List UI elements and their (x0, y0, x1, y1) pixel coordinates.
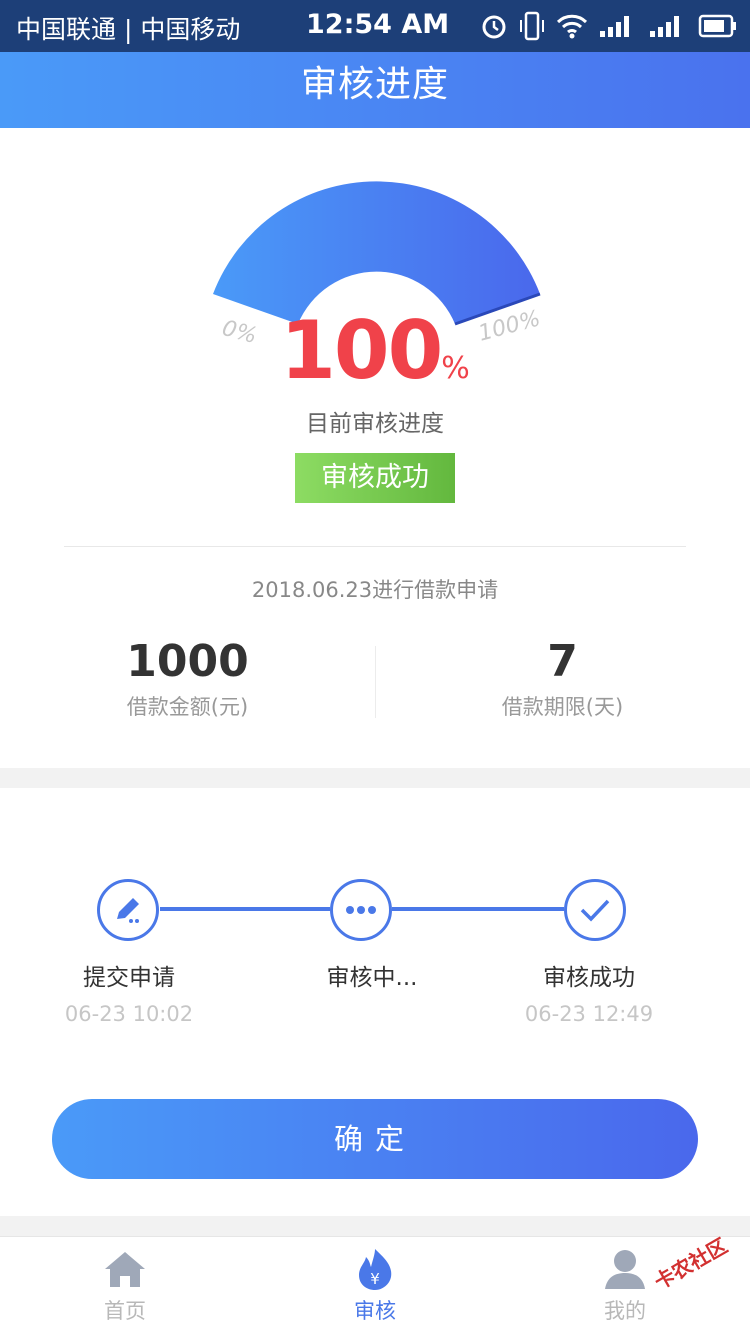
loan-amount-label: 借款金额(元) (126, 695, 249, 719)
confirm-button[interactable]: 确定 (52, 1099, 698, 1179)
progress-unit: % (441, 351, 470, 386)
step-connector (392, 907, 564, 911)
home-icon (105, 1252, 145, 1287)
progress-card: 0% 100% 100% 目前审核进度 审核成功 2018.06.23进行借款申… (0, 128, 750, 768)
tab-bar: 首页 ¥ 审核 我的 (0, 1236, 750, 1334)
check-icon (580, 899, 610, 922)
progress-percent: 100% (0, 304, 750, 397)
wifi-icon (556, 14, 588, 39)
pencil-icon (117, 898, 139, 923)
ellipsis-icon (346, 906, 376, 914)
user-icon (605, 1250, 645, 1289)
progress-value: 100 (280, 304, 443, 397)
loan-amount: 1000 借款金额(元) (0, 636, 375, 721)
divider (64, 546, 686, 547)
tab-review-label: 审核 (354, 1299, 396, 1323)
loan-term-label: 借款期限(天) (501, 695, 624, 719)
steps-card: 提交申请 06-23 10:02 审核中... 审核成功 06-23 12:49… (0, 788, 750, 1216)
step-review-label: 审核中... (326, 965, 418, 991)
loan-term: 7 借款期限(天) (375, 636, 750, 721)
status-badge: 审核成功 (295, 453, 455, 503)
gauge-arc (213, 181, 540, 324)
step-success-circle (564, 879, 626, 941)
svg-text:¥: ¥ (370, 1270, 380, 1288)
tab-home-label: 首页 (104, 1299, 146, 1323)
status-bar: 中国联通 | 中国移动 12:54 AM (0, 0, 750, 52)
step-success-label: 审核成功 (543, 965, 635, 991)
vibrate-icon (520, 11, 544, 41)
loan-term-value: 7 (547, 636, 578, 687)
tab-mine-label: 我的 (604, 1299, 646, 1323)
signal-2-icon (650, 16, 679, 37)
apply-date: 2018.06.23进行借款申请 (251, 578, 499, 602)
page-title: 审核进度 (300, 64, 449, 105)
step-review-circle (330, 879, 392, 941)
step-submit-time: 06-23 10:02 (64, 1002, 194, 1026)
header: 中国联通 | 中国移动 12:54 AM 审核进度 (0, 0, 750, 128)
tab-home[interactable]: 首页 (0, 1237, 250, 1334)
step-submit-label: 提交申请 (83, 965, 175, 991)
step-connector (160, 907, 330, 911)
fire-yen-icon: ¥ (359, 1249, 392, 1290)
clock: 12:54 AM (306, 9, 450, 40)
alarm-icon (482, 15, 506, 39)
tab-review[interactable]: ¥ 审核 (250, 1237, 500, 1334)
carrier-text: 中国联通 | 中国移动 (16, 15, 241, 44)
battery-icon (698, 14, 736, 38)
signal-1-icon (600, 16, 629, 37)
progress-caption: 目前审核进度 (306, 411, 444, 437)
loan-amount-value: 1000 (126, 636, 249, 687)
status-icons (480, 8, 738, 44)
step-submit-circle (97, 879, 159, 941)
step-success-time: 06-23 12:49 (524, 1002, 654, 1026)
